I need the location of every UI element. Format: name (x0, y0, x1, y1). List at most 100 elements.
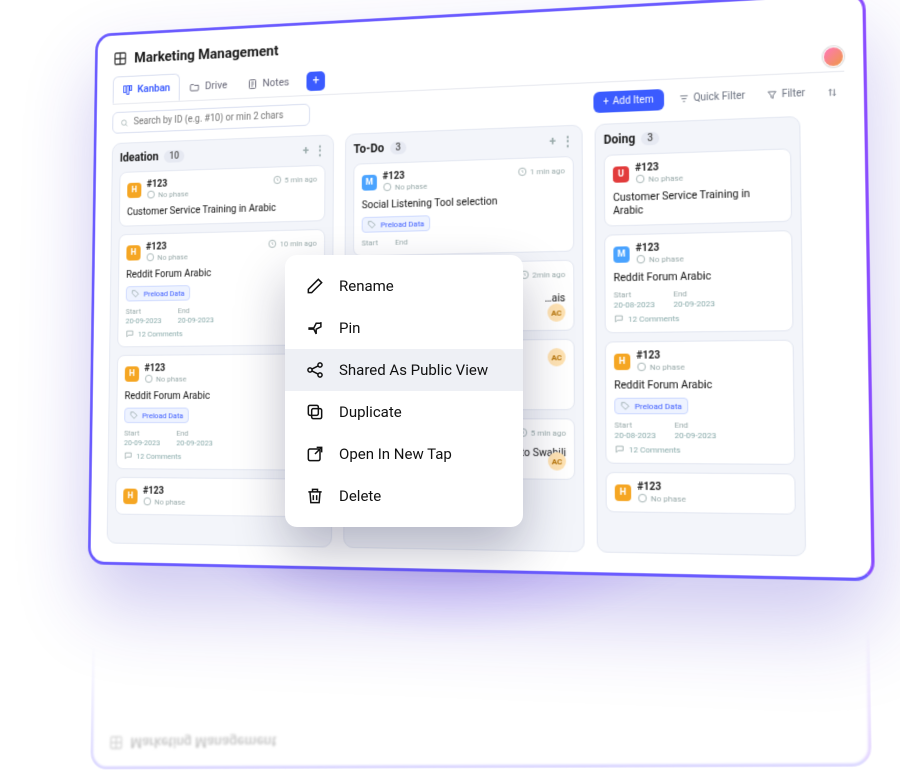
card[interactable]: U #123 No phase Customer Service Trainin… (604, 148, 792, 226)
ctx-pin[interactable]: Pin (285, 307, 523, 349)
card-timestamp: 5 min ago (272, 174, 317, 185)
search-icon (120, 118, 128, 128)
kanban-icon (122, 84, 133, 96)
card-id: #123 (144, 363, 186, 374)
card-color-icon: H (123, 488, 137, 504)
column-ideation-header: Ideation 10 + ⋮ (120, 143, 326, 164)
column-doing-header: Doing 3 (604, 126, 791, 147)
card-color-icon: H (125, 366, 139, 381)
filter-icon (766, 89, 778, 101)
ctx-shared-public[interactable]: Shared As Public View (285, 349, 523, 391)
card-comments[interactable]: 12 Comments (614, 311, 784, 324)
card-title: Reddit Forum Arabic (613, 268, 783, 285)
comment-icon (615, 444, 625, 454)
drive-icon (190, 80, 201, 92)
tag-icon (130, 411, 139, 421)
card-timestamp: 1 min ago (517, 165, 565, 177)
tab-drive-label: Drive (205, 79, 227, 92)
avatar[interactable] (823, 45, 845, 67)
card-phase: No phase (636, 253, 684, 264)
card[interactable]: M #123 No phase Reddit Forum Arabic Star… (604, 230, 793, 333)
card-comments[interactable]: 12 Comments (615, 444, 786, 455)
card-dates: Start20-08-2023 End20-09-2023 (614, 420, 785, 440)
ctx-pin-label: Pin (339, 319, 360, 337)
info-icon (636, 362, 646, 372)
ctx-delete-label: Delete (339, 487, 381, 505)
info-icon (636, 254, 646, 264)
card-phase: No phase (144, 374, 186, 384)
tag-icon (131, 289, 140, 299)
column-ideation-count: 10 (164, 149, 185, 162)
tab-kanban[interactable]: Kanban (113, 73, 180, 103)
card-color-icon: H (614, 353, 630, 370)
tab-notes[interactable]: Notes (237, 68, 299, 99)
ctx-open-new-tab[interactable]: Open In New Tap (285, 433, 523, 475)
column-doing-title: Doing (604, 132, 636, 147)
plus-icon: + (603, 96, 609, 107)
search-input[interactable] (134, 110, 302, 128)
pencil-icon (305, 276, 325, 296)
column-menu-button[interactable]: ⋮ (314, 143, 325, 157)
card-title: Customer Service Training in Arabic (127, 200, 317, 218)
ctx-delete[interactable]: Delete (285, 475, 523, 517)
card-tag[interactable]: Preload Data (614, 398, 688, 415)
card-title: Customer Service Training in Arabic (613, 186, 782, 217)
filter-button[interactable]: Filter (760, 84, 812, 106)
clock-icon (268, 239, 277, 249)
card[interactable]: M #123 No phase 1 min ago Social Listeni… (353, 156, 574, 257)
info-icon (143, 496, 152, 506)
page-title-text: Marketing Management (134, 42, 278, 66)
column-add-button[interactable]: + (303, 144, 309, 158)
column-add-button[interactable]: + (549, 135, 556, 149)
column-ideation-title: Ideation (120, 150, 159, 165)
search-input-wrap[interactable] (112, 104, 310, 134)
assignee-badge[interactable]: AC (547, 303, 565, 321)
card[interactable]: H #123 No phase (606, 472, 796, 515)
card-phase: No phase (383, 181, 428, 192)
column-menu-button[interactable]: ⋮ (562, 134, 574, 148)
card-dates: Start End (362, 234, 566, 248)
info-icon (147, 190, 156, 200)
card-dates: Start20-08-2023 End20-09-2023 (614, 288, 784, 310)
pin-icon (305, 318, 325, 338)
sort-button[interactable] (820, 82, 845, 103)
ctx-rename[interactable]: Rename (285, 265, 523, 307)
info-icon (144, 374, 153, 384)
column-todo-count: 3 (390, 141, 407, 154)
quick-filter-button[interactable]: Quick Filter (672, 86, 752, 109)
notes-icon (247, 78, 258, 90)
card-color-icon: H (615, 484, 631, 501)
card-phase: No phase (636, 361, 684, 372)
card-color-icon: M (362, 174, 377, 190)
card-color-icon: H (126, 245, 140, 261)
add-item-label: Add Item (613, 94, 654, 107)
add-item-button[interactable]: + Add Item (593, 89, 664, 113)
card-phase: No phase (146, 252, 188, 263)
ctx-rename-label: Rename (339, 277, 394, 295)
card-tag[interactable]: Preload Data (362, 215, 430, 233)
comment-icon (125, 329, 134, 339)
tab-notes-label: Notes (262, 76, 289, 90)
card[interactable]: H #123 No phase 5 min ago Customer Servi… (119, 165, 326, 227)
card-phase: No phase (143, 496, 185, 506)
add-tab-button[interactable]: + (307, 71, 326, 91)
card-id: #123 (637, 481, 686, 493)
card[interactable]: H #123 No phase Reddit Forum Arabic Prel… (605, 340, 795, 465)
card-tag[interactable]: Preload Data (124, 408, 188, 424)
comment-icon (614, 314, 624, 324)
card-timestamp: 10 min ago (268, 238, 317, 249)
info-icon (635, 174, 645, 184)
grid-icon (113, 51, 127, 67)
assignee-badge[interactable]: AC (548, 452, 566, 471)
assignee-badge[interactable]: AC (548, 348, 566, 366)
ctx-duplicate[interactable]: Duplicate (285, 391, 523, 433)
tag-icon (620, 401, 630, 411)
tab-drive[interactable]: Drive (180, 71, 237, 101)
card-phase: No phase (635, 172, 683, 184)
card-phase: No phase (147, 189, 189, 200)
card-timestamp: 5 min ago (518, 427, 566, 437)
column-todo-title: To-Do (353, 141, 384, 156)
card-tag[interactable]: Preload Data (126, 285, 190, 301)
sort-icon (826, 86, 838, 98)
card-id: #123 (636, 350, 684, 362)
